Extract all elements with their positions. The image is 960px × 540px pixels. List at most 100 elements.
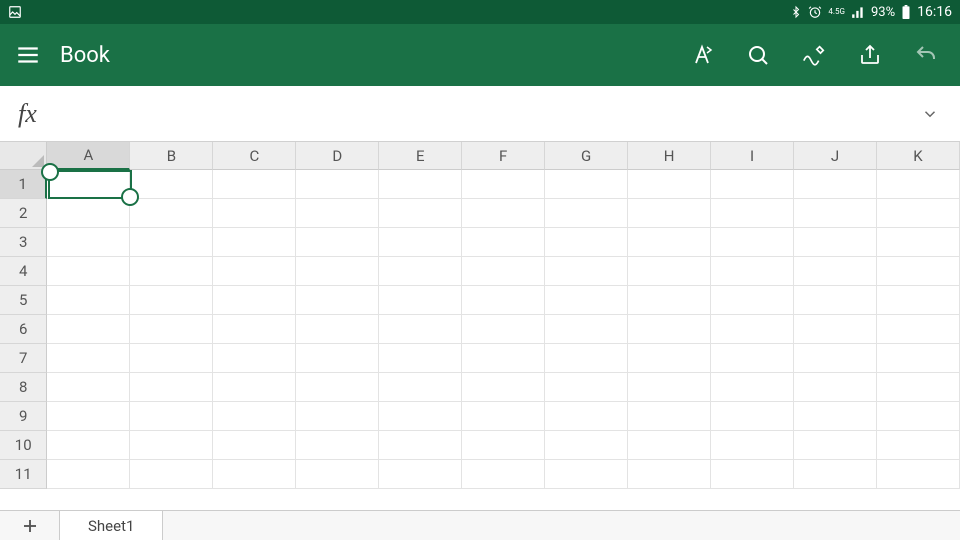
col-header-I[interactable]: I <box>711 142 794 170</box>
cell[interactable] <box>130 373 213 402</box>
row-header-2[interactable]: 2 <box>0 199 47 228</box>
cell[interactable] <box>462 199 545 228</box>
cell[interactable] <box>877 170 960 199</box>
row-header-4[interactable]: 4 <box>0 257 47 286</box>
cell[interactable] <box>379 373 462 402</box>
cell[interactable] <box>877 315 960 344</box>
col-header-G[interactable]: G <box>545 142 628 170</box>
cell[interactable] <box>628 431 711 460</box>
cell[interactable] <box>379 431 462 460</box>
cell[interactable] <box>296 257 379 286</box>
cell[interactable] <box>545 228 628 257</box>
cell[interactable] <box>711 170 794 199</box>
cell[interactable] <box>711 315 794 344</box>
cell[interactable] <box>213 460 296 489</box>
col-header-J[interactable]: J <box>794 142 877 170</box>
cell[interactable] <box>711 257 794 286</box>
cell[interactable] <box>130 402 213 431</box>
cell[interactable] <box>213 228 296 257</box>
cell[interactable] <box>545 199 628 228</box>
chevron-down-icon[interactable] <box>918 102 942 126</box>
cell[interactable] <box>462 460 545 489</box>
cell[interactable] <box>545 460 628 489</box>
cell[interactable] <box>711 431 794 460</box>
cell[interactable] <box>462 228 545 257</box>
cell[interactable] <box>296 228 379 257</box>
row-header-6[interactable]: 6 <box>0 315 47 344</box>
cell[interactable] <box>296 315 379 344</box>
cell[interactable] <box>462 286 545 315</box>
col-header-H[interactable]: H <box>628 142 711 170</box>
cell[interactable] <box>628 344 711 373</box>
cell[interactable] <box>130 228 213 257</box>
cell[interactable] <box>545 286 628 315</box>
row-header-10[interactable]: 10 <box>0 431 47 460</box>
cell[interactable] <box>877 199 960 228</box>
cell[interactable] <box>877 344 960 373</box>
cell[interactable] <box>877 460 960 489</box>
row-header-7[interactable]: 7 <box>0 344 47 373</box>
cell[interactable] <box>130 170 213 199</box>
col-header-B[interactable]: B <box>130 142 213 170</box>
col-header-F[interactable]: F <box>462 142 545 170</box>
cell[interactable] <box>379 257 462 286</box>
cell[interactable] <box>213 199 296 228</box>
cell[interactable] <box>379 402 462 431</box>
cell[interactable] <box>877 373 960 402</box>
cell[interactable] <box>379 344 462 373</box>
cell[interactable] <box>545 431 628 460</box>
cell[interactable] <box>545 170 628 199</box>
cell[interactable] <box>296 431 379 460</box>
cell[interactable] <box>794 373 877 402</box>
col-header-A[interactable]: A <box>47 142 130 170</box>
cell[interactable] <box>130 431 213 460</box>
cell[interactable] <box>628 460 711 489</box>
cell[interactable] <box>213 344 296 373</box>
cell[interactable] <box>213 315 296 344</box>
cell[interactable] <box>462 257 545 286</box>
cell[interactable] <box>130 199 213 228</box>
cell[interactable] <box>711 228 794 257</box>
undo-icon[interactable] <box>912 41 940 69</box>
cell[interactable] <box>47 228 130 257</box>
cell[interactable] <box>130 460 213 489</box>
cell[interactable] <box>711 199 794 228</box>
cell[interactable] <box>47 373 130 402</box>
cell[interactable] <box>296 199 379 228</box>
cell[interactable] <box>794 460 877 489</box>
cell[interactable] <box>462 170 545 199</box>
cell[interactable] <box>462 431 545 460</box>
document-title[interactable]: Book <box>60 43 670 68</box>
cell[interactable] <box>47 170 130 199</box>
cell[interactable] <box>628 170 711 199</box>
cell[interactable] <box>545 402 628 431</box>
cell[interactable] <box>47 431 130 460</box>
cell[interactable] <box>545 257 628 286</box>
cell[interactable] <box>47 257 130 286</box>
cell[interactable] <box>628 228 711 257</box>
cell[interactable] <box>130 315 213 344</box>
cell[interactable] <box>213 286 296 315</box>
draw-icon[interactable] <box>800 41 828 69</box>
cell[interactable] <box>877 431 960 460</box>
cell[interactable] <box>877 228 960 257</box>
cell[interactable] <box>47 199 130 228</box>
cell[interactable] <box>462 402 545 431</box>
cell[interactable] <box>296 170 379 199</box>
cell[interactable] <box>462 315 545 344</box>
cell[interactable] <box>47 344 130 373</box>
cell[interactable] <box>628 315 711 344</box>
cell[interactable] <box>379 460 462 489</box>
cell[interactable] <box>794 257 877 286</box>
cell[interactable] <box>545 373 628 402</box>
cell[interactable] <box>794 286 877 315</box>
cell[interactable] <box>379 286 462 315</box>
cell[interactable] <box>130 257 213 286</box>
formula-input[interactable] <box>53 86 918 141</box>
col-header-E[interactable]: E <box>379 142 462 170</box>
row-header-5[interactable]: 5 <box>0 286 47 315</box>
cell[interactable] <box>379 199 462 228</box>
add-sheet-button[interactable] <box>0 511 60 540</box>
text-format-icon[interactable] <box>688 41 716 69</box>
cell[interactable] <box>213 431 296 460</box>
